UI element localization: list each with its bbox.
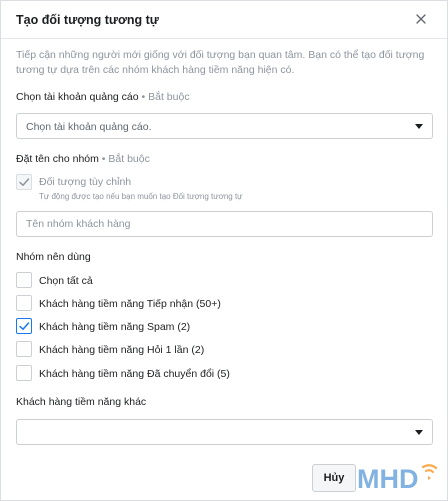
close-icon[interactable] [413, 11, 429, 27]
select-all-checkbox[interactable] [16, 272, 32, 288]
checkmark-icon [19, 178, 30, 186]
leads-asked-once-checkbox[interactable] [16, 341, 32, 357]
group-name-label-text: Đặt tên cho nhóm [16, 153, 99, 165]
other-leads-label: Khách hàng tiềm năng khác [16, 396, 147, 408]
custom-audience-label: Đối tượng tùy chỉnh [39, 176, 132, 188]
leads-asked-once-label[interactable]: Khách hàng tiềm năng Hỏi 1 lần (2) [39, 344, 204, 356]
required-tag: • Bắt buộc [98, 153, 150, 165]
leads-received-checkbox[interactable] [16, 295, 32, 311]
dialog-header: Tạo đối tượng tương tự [1, 1, 447, 39]
leads-spam-checkbox[interactable] [16, 318, 32, 334]
ad-account-select[interactable]: Chọn tài khoản quảng cáo. [16, 113, 433, 139]
group-name-input[interactable] [16, 211, 433, 237]
chevron-down-icon [415, 124, 423, 129]
ad-account-select-placeholder: Chọn tài khoản quảng cáo. [26, 121, 152, 133]
group-name-label: Đặt tên cho nhóm • Bắt buộc [16, 153, 150, 165]
other-leads-select[interactable] [16, 419, 433, 445]
dialog-description: Tiếp cận những người mới giống với đối t… [16, 49, 425, 76]
create-lookalike-dialog: Tạo đối tượng tương tự Tiếp cận những ng… [0, 0, 448, 501]
ad-account-label: Chọn tài khoản quảng cáo • Bắt buộc [16, 91, 190, 103]
dialog-title: Tạo đối tượng tương tự [16, 13, 159, 27]
leads-received-label[interactable]: Khách hàng tiềm năng Tiếp nhận (50+) [39, 298, 221, 310]
checkmark-icon [19, 322, 30, 330]
required-tag: • Bắt buộc [138, 91, 190, 103]
custom-audience-checkbox [16, 174, 32, 190]
leads-spam-label[interactable]: Khách hàng tiềm năng Spam (2) [39, 321, 190, 333]
chevron-down-icon [415, 430, 423, 435]
select-all-label[interactable]: Chọn tất cả [39, 275, 93, 287]
custom-audience-sublabel: Tự động được tạo nếu bạn muốn tạo Đối tư… [39, 192, 243, 201]
ad-account-label-text: Chọn tài khoản quảng cáo [16, 91, 139, 103]
svg-text:MHD: MHD [357, 464, 419, 494]
leads-converted-label[interactable]: Khách hàng tiềm năng Đã chuyển đổi (5) [39, 368, 230, 380]
leads-converted-checkbox[interactable] [16, 365, 32, 381]
brand-logo: MHD [357, 457, 441, 497]
suggested-groups-label: Nhóm nên dùng [16, 251, 91, 263]
cancel-button[interactable]: Hủy [312, 464, 356, 492]
